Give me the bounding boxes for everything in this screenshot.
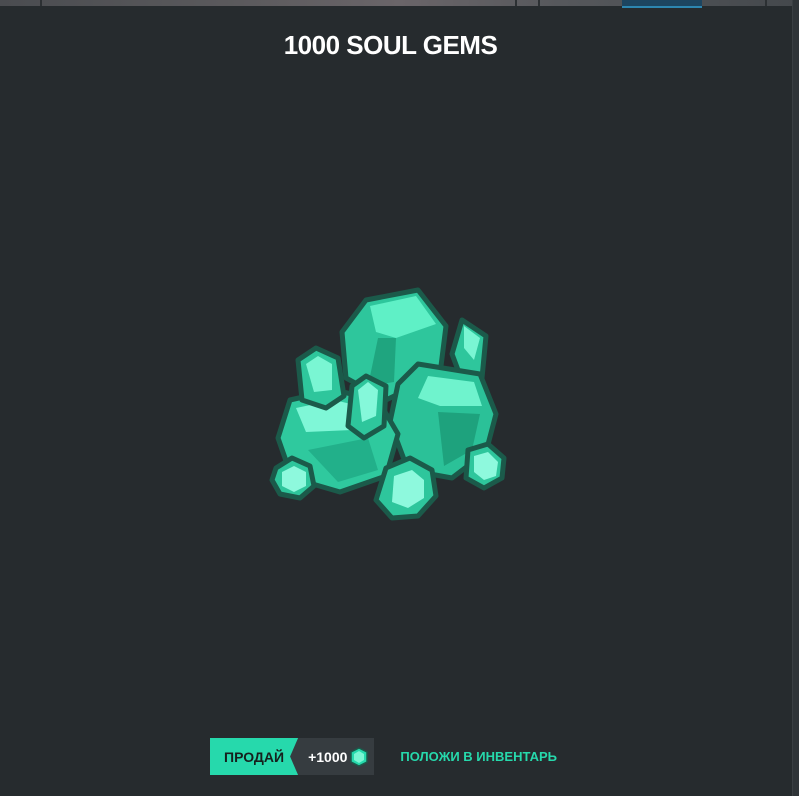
scrollbar-track[interactable] [792, 0, 799, 796]
strip-blue-element [622, 0, 702, 8]
strip-divider [515, 0, 517, 6]
add-to-inventory-button[interactable]: ПОЛОЖИ В ИНВЕНТАРЬ [400, 749, 557, 764]
action-bar: ПРОДАЙ +1000 ПОЛОЖИ В ИНВЕНТАРЬ [210, 738, 557, 775]
background-strip [0, 0, 799, 8]
sell-button[interactable]: ПРОДАЙ +1000 [210, 738, 375, 775]
sell-value-amount: +1000 [308, 748, 348, 765]
sell-button-label: ПРОДАЙ [210, 738, 299, 775]
strip-divider [538, 0, 540, 6]
item-drop-modal: 1000 SOUL GEMS ПРОДАЙ +1000 ПОЛОЖИ В ИНВ… [0, 0, 799, 796]
soul-gem-cluster-icon [269, 287, 507, 521]
sell-value-pill: +1000 [290, 738, 375, 775]
item-title: 1000 SOUL GEMS [283, 30, 498, 60]
strip-divider [765, 0, 767, 6]
soul-gem-icon [350, 746, 369, 767]
strip-divider [40, 0, 42, 6]
